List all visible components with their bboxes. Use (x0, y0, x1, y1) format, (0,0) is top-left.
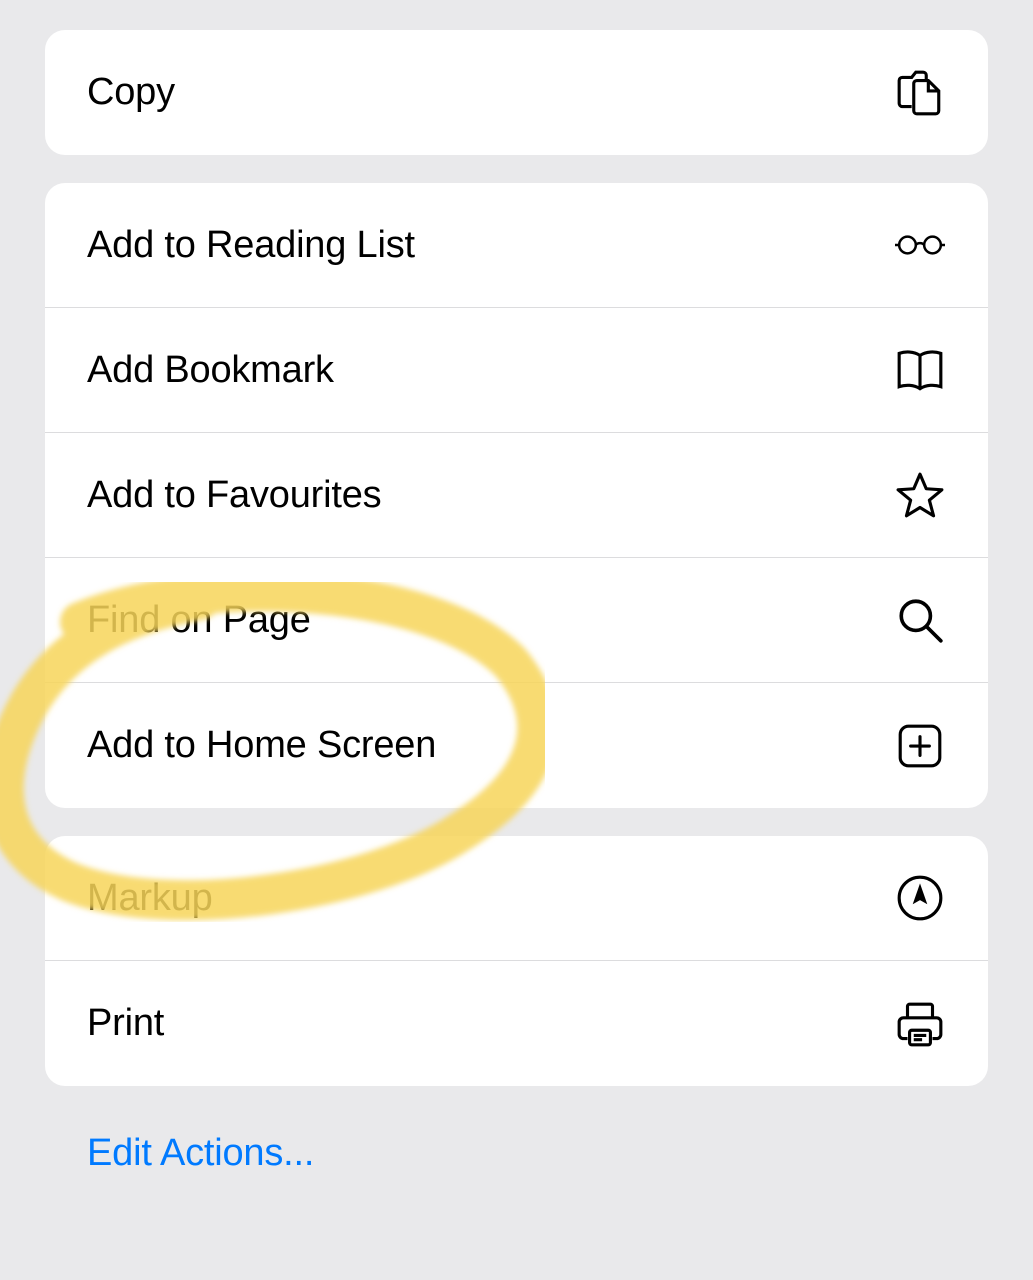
glasses-icon (890, 215, 950, 275)
menu-item-label: Add to Reading List (87, 224, 415, 267)
menu-item-label: Copy (87, 71, 175, 114)
menu-item-find-on-page[interactable]: Find on Page (45, 558, 988, 683)
menu-item-label: Print (87, 1002, 164, 1045)
menu-item-label: Find on Page (87, 599, 311, 642)
print-icon (890, 994, 950, 1054)
search-icon (890, 590, 950, 650)
plus-square-icon (890, 716, 950, 776)
menu-item-label: Add to Favourites (87, 474, 381, 517)
star-icon (890, 465, 950, 525)
menu-item-add-home-screen[interactable]: Add to Home Screen (45, 683, 988, 808)
markup-icon (890, 868, 950, 928)
action-group-3: Markup Print (45, 836, 988, 1086)
menu-item-reading-list[interactable]: Add to Reading List (45, 183, 988, 308)
edit-actions-link[interactable]: Edit Actions... (45, 1114, 988, 1193)
menu-item-add-bookmark[interactable]: Add Bookmark (45, 308, 988, 433)
action-group-2: Add to Reading List Add Bookmark Add to … (45, 183, 988, 808)
book-icon (890, 340, 950, 400)
menu-item-copy[interactable]: Copy (45, 30, 988, 155)
action-group-1: Copy (45, 30, 988, 155)
edit-actions-label: Edit Actions... (87, 1132, 314, 1174)
menu-item-add-favourites[interactable]: Add to Favourites (45, 433, 988, 558)
copy-icon (890, 63, 950, 123)
menu-item-label: Add to Home Screen (87, 724, 436, 767)
menu-item-label: Markup (87, 877, 213, 920)
menu-item-print[interactable]: Print (45, 961, 988, 1086)
menu-item-markup[interactable]: Markup (45, 836, 988, 961)
menu-item-label: Add Bookmark (87, 349, 334, 392)
